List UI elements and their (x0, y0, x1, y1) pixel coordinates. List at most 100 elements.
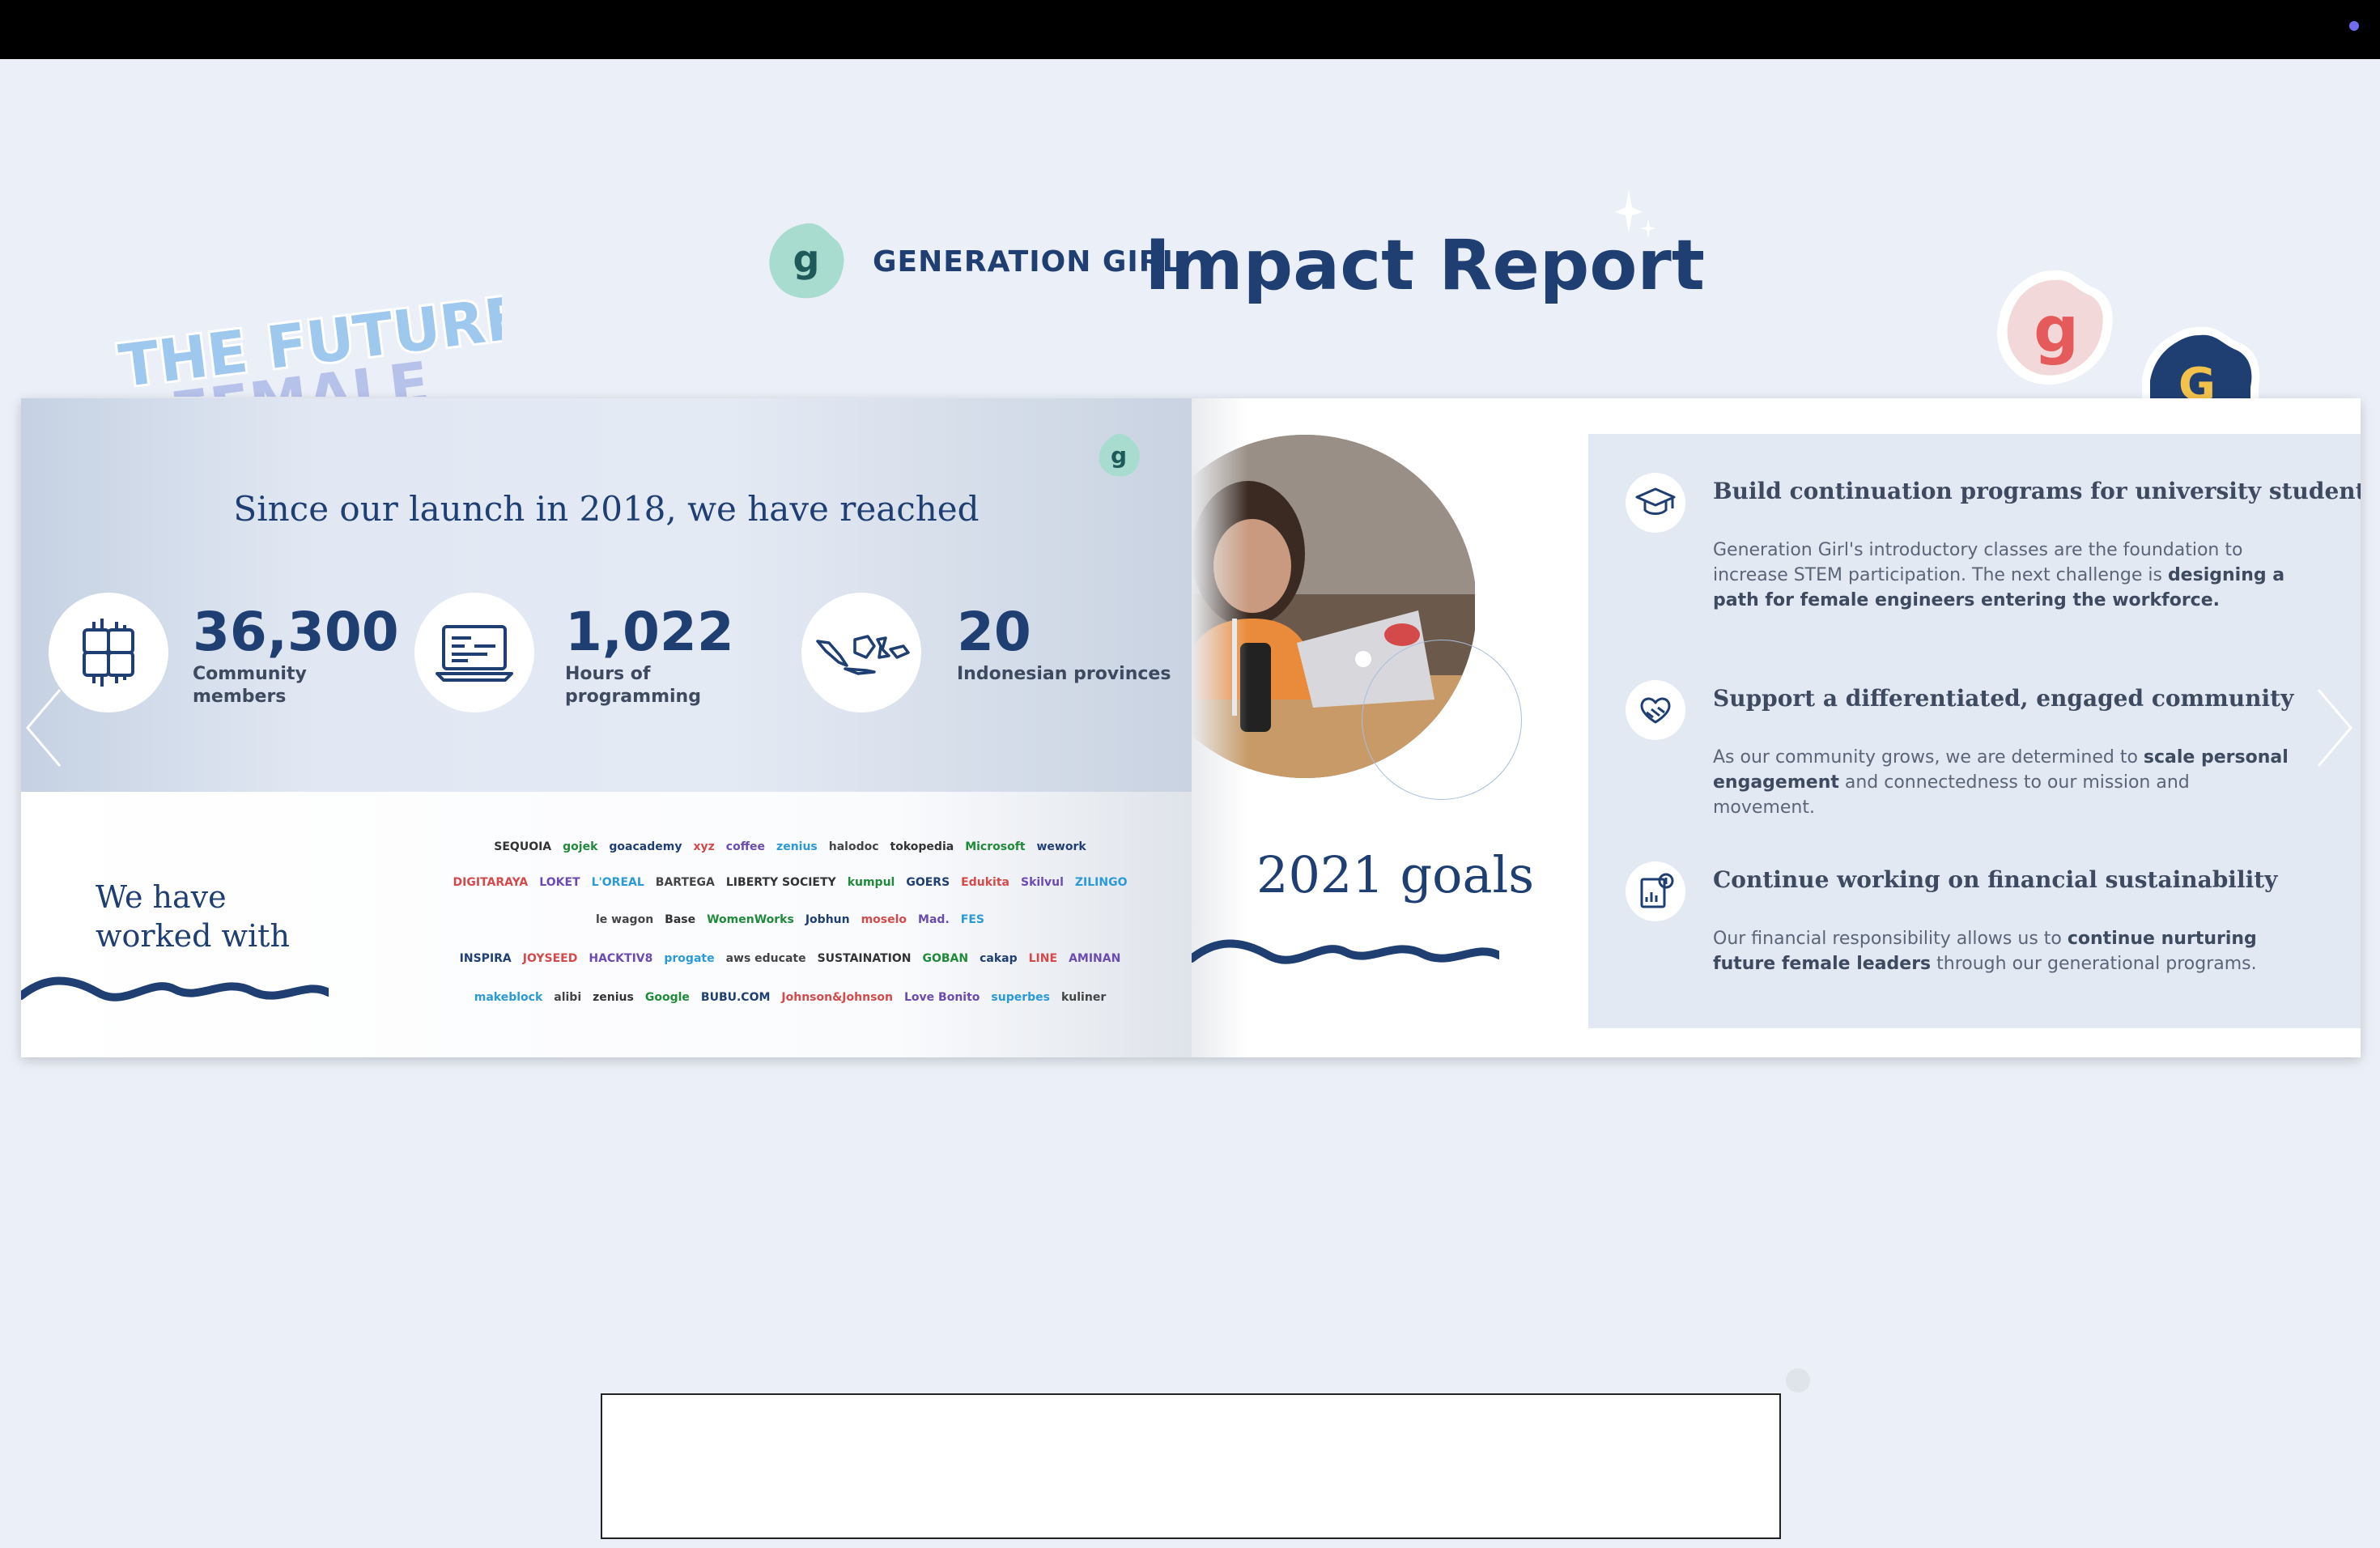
stat-icon-circle (414, 593, 534, 712)
goal-title: Support a differentiated, engaged commun… (1713, 685, 2294, 712)
partner-logo: INSPIRA (459, 952, 512, 965)
browser-top-bar (0, 0, 2380, 59)
svg-text:G: G (2178, 359, 2216, 400)
goals-panel: Build continuation programs for universi… (1588, 434, 2361, 1028)
partner-logo: kumpul (847, 876, 895, 889)
partner-logo: AMINAN (1069, 952, 1121, 965)
wave-divider (21, 976, 329, 1002)
partner-logo: SEQUOIA (494, 840, 552, 853)
stat-number: 36,300 (193, 601, 399, 663)
report-flipbook[interactable]: g Since our launch in 2018, we have reac… (21, 398, 2361, 1057)
stat-label: programming (565, 687, 701, 707)
future-female-sticker: THE FUTURE FEMALE (105, 291, 502, 397)
partner-logo: superbes (991, 991, 1050, 1004)
reach-section (21, 398, 1192, 792)
partner-logo: goacademy (609, 840, 682, 853)
partner-logo: WomenWorks (707, 913, 794, 926)
goal-body: Generation Girl's introductory classes a… (1713, 540, 2285, 610)
left-page: g Since our launch in 2018, we have reac… (21, 398, 1192, 1057)
partner-logo: FES (960, 913, 984, 926)
close-ad-icon[interactable] (1786, 1368, 1810, 1393)
partner-logo: Jobhun (805, 913, 850, 926)
partner-logo: Skilvul (1020, 876, 1064, 889)
partner-logo: L'OREAL (591, 876, 644, 889)
partner-logo: Love Bonito (904, 991, 980, 1004)
partner-logo: BUBU.COM (700, 991, 771, 1004)
stat-label: Hours of (565, 664, 651, 684)
financial-chart-icon (1640, 873, 1674, 908)
partner-logo: SUSTAINATION (817, 952, 912, 965)
wave-divider (1192, 939, 1499, 964)
goal-body: As our community grows, we are determine… (1713, 747, 2289, 818)
svg-text:g: g (793, 237, 820, 281)
partner-logo: GOERS (906, 876, 950, 889)
goal-icon-circle (1626, 473, 1685, 533)
partner-logo: wework (1036, 840, 1086, 853)
previous-page-arrow-icon[interactable] (21, 683, 70, 772)
navy-g-sticker-icon: G (2142, 326, 2260, 400)
stat-number: 20 (957, 601, 1031, 663)
partner-logo: Johnson&Johnson (781, 991, 893, 1004)
partner-logo: kuliner (1060, 991, 1107, 1004)
small-logo-icon: g (1099, 434, 1140, 477)
laptop-code-icon (436, 625, 513, 682)
partner-logo: Google (644, 991, 690, 1004)
partner-logo: zenius (776, 840, 818, 853)
stat-label: members (193, 687, 287, 707)
partner-logo: makeblock (474, 991, 543, 1004)
partner-logo: gojek (563, 840, 598, 853)
decorative-ring (1362, 640, 1522, 800)
goal-title: Build continuation programs for universi… (1713, 478, 2361, 504)
partner-logo: moselo (861, 913, 907, 926)
goal-body: Our financial responsibility allows us t… (1713, 929, 2257, 974)
partner-logo: DIGITARAYA (453, 876, 529, 889)
partner-logo: le wagon (596, 913, 654, 926)
svg-text:g: g (1111, 442, 1127, 469)
partner-logo-row: le wagon Base WomenWorks Jobhun moselo Mad. FE… (402, 913, 1179, 926)
partner-logo: LOKET (539, 876, 580, 889)
partner-logo-row: INSPIRA JOYSEED HACKTIV8 progate aws educate… (402, 952, 1179, 965)
worked-with-heading: We have worked with (96, 879, 290, 954)
pink-g-sticker-icon: g (1997, 270, 2113, 385)
partner-logo: Edukita (961, 876, 1009, 889)
partner-logo: Microsoft (965, 840, 1026, 853)
status-dot-icon (2349, 21, 2359, 31)
goals-title: 2021 goals (1256, 845, 1535, 904)
partner-logo: halodoc (828, 840, 879, 853)
ad-banner[interactable] (601, 1393, 1781, 1539)
goal-icon-circle (1626, 861, 1685, 921)
partner-logo: tokopedia (890, 840, 954, 853)
partner-logos: SEQUOIA gojek goacademy xyz coffee zenius halo… (402, 840, 1179, 1035)
brand-name: GENERATION GIRL (873, 245, 1182, 279)
partner-logo-row: SEQUOIA gojek goacademy xyz coffee zenius halo… (402, 840, 1179, 853)
partner-logo: Base (665, 913, 696, 926)
partner-logo-row: DIGITARAYA LOKET L'OREAL BARTEGA LIBERTY SOC… (402, 876, 1179, 889)
handshake-heart-icon (1640, 697, 1671, 724)
partner-logo: aws educate (725, 952, 806, 965)
partner-logo: BARTEGA (655, 876, 715, 889)
partner-logo: alibi (554, 991, 582, 1004)
generation-girl-logo-icon: g (769, 223, 844, 299)
reach-headline: Since our launch in 2018, we have reache… (233, 489, 980, 529)
goal-title: Continue working on financial sustainabi… (1713, 866, 2278, 893)
partner-logo: LINE (1028, 952, 1058, 965)
partner-logo: cakap (980, 952, 1018, 965)
svg-text:g: g (2034, 294, 2079, 367)
sparkle-icon (1614, 189, 1656, 238)
partner-logo: JOYSEED (522, 952, 578, 965)
partner-logo: zenius (593, 991, 634, 1004)
partner-logo: progate (664, 952, 715, 965)
stat-label: Community (193, 664, 307, 684)
partner-logo: Mad. (918, 913, 950, 926)
graduation-cap-icon (1635, 487, 1676, 515)
right-page: 2021 goals Build continuation programs f… (1192, 398, 2361, 1057)
indonesia-map-icon (816, 635, 910, 675)
stat-icon-circle (801, 593, 921, 712)
partner-logo: ZILINGO (1074, 876, 1128, 889)
partner-logo: LIBERTY SOCIETY (725, 876, 836, 889)
partner-logo-row: makeblock alibi zenius Google BUBU.COM Johnso… (402, 991, 1179, 1004)
partner-logo: coffee (725, 840, 766, 853)
partner-logo: xyz (693, 840, 715, 853)
partner-logo: HACKTIV8 (589, 952, 653, 965)
next-page-arrow-icon[interactable] (2309, 683, 2357, 772)
